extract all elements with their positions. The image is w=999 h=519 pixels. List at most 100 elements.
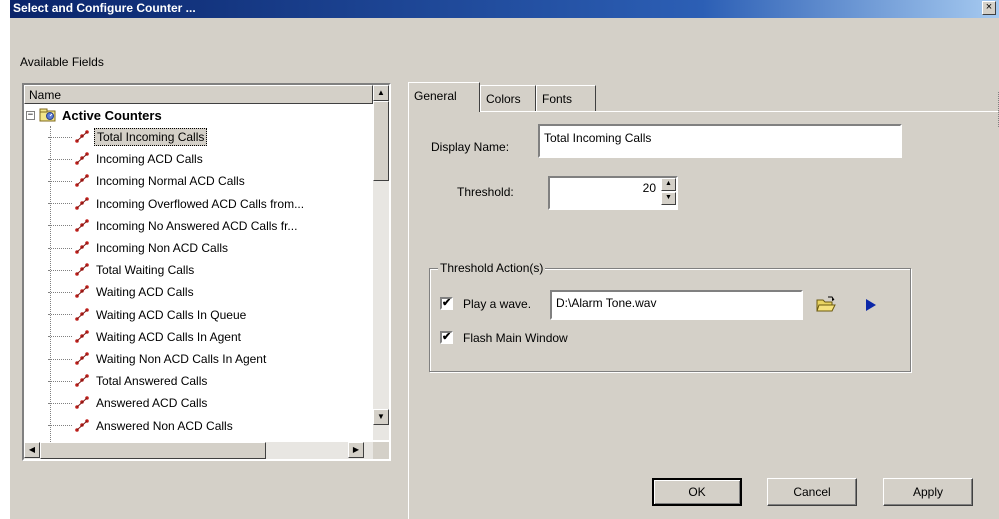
tree-connector (48, 314, 72, 316)
tree-item[interactable]: Incoming ACD Calls (48, 148, 205, 170)
counter-icon (75, 196, 89, 210)
wave-path-input[interactable]: D:\Alarm Tone.wav (550, 290, 803, 320)
tree-item-label: Waiting ACD Calls In Queue (96, 307, 247, 322)
check-mark-icon: ✔ (442, 297, 452, 309)
flash-main-window-checkbox[interactable]: ✔ (440, 331, 453, 344)
tree-item[interactable]: Total Waiting Calls (48, 259, 196, 281)
tree-item[interactable]: Waiting Non ACD Calls In Agent (48, 348, 268, 370)
play-wave-icon[interactable] (864, 298, 878, 312)
tree-item-label: Total Waiting Calls (96, 263, 195, 278)
counter-icon (75, 130, 89, 143)
tree-connector (48, 336, 72, 338)
tree-item-label: Waiting ACD Calls In Agent (96, 329, 241, 344)
scroll-down-arrow-icon[interactable]: ▼ (373, 409, 389, 425)
tree-root-active-counters[interactable]: − Active Counters (26, 106, 162, 124)
scroll-up-arrow-icon[interactable]: ▲ (373, 85, 389, 101)
tree-connector (48, 269, 72, 271)
check-mark-icon: ✔ (442, 331, 452, 343)
tree-item[interactable]: Incoming Normal ACD Calls (48, 170, 247, 192)
counter-icon (75, 241, 89, 254)
tree-item-label: Incoming No Answered ACD Calls fr... (96, 218, 298, 233)
tree-item-label: Total Incoming Calls (94, 128, 208, 146)
window-title: Select and Configure Counter ... (13, 1, 196, 15)
counter-folder-icon (39, 108, 56, 122)
counter-icon (75, 263, 89, 276)
tree-item[interactable]: Incoming No Answered ACD Calls fr... (48, 215, 299, 237)
display-name-input[interactable]: Total Incoming Calls (538, 124, 902, 158)
counter-tree[interactable]: Name − Active Counters Total Incoming Ca… (22, 83, 391, 461)
counter-icon (75, 418, 89, 432)
available-fields-label: Available Fields (20, 55, 104, 69)
tree-items: − Active Counters Total Incoming Calls In… (24, 104, 373, 442)
counter-icon (75, 307, 89, 321)
close-icon[interactable]: × (982, 1, 996, 15)
tree-item-label: Incoming Normal ACD Calls (96, 174, 245, 189)
tree-item[interactable]: Waiting ACD Calls In Queue (48, 304, 248, 326)
cancel-button[interactable]: Cancel (767, 478, 857, 506)
collapse-icon[interactable]: − (26, 110, 35, 120)
counter-icon (75, 218, 89, 232)
flash-main-window-label[interactable]: Flash Main Window (463, 331, 568, 345)
tab-fonts[interactable]: Fonts (536, 85, 596, 111)
tree-item-label: Total Answered Calls (96, 374, 208, 389)
display-name-label: Display Name: (431, 140, 510, 154)
tree-connector (48, 247, 72, 249)
tree-item[interactable]: Waiting ACD Calls In Agent (48, 326, 243, 348)
scroll-right-arrow-icon[interactable]: ▶ (348, 442, 364, 458)
open-folder-icon[interactable] (816, 296, 836, 314)
counter-icon (75, 374, 89, 387)
name-column-header[interactable]: Name (24, 85, 373, 104)
threshold-action-group: Threshold Action(s) (429, 261, 911, 372)
tree-item-label: Answered ACD Calls (96, 396, 208, 411)
tree-connector (48, 358, 72, 360)
title-bar[interactable]: Select and Configure Counter ... × (10, 0, 999, 18)
tab-colors[interactable]: Colors (480, 85, 536, 111)
tree-item[interactable]: Answered Non ACD Calls (48, 415, 235, 437)
dialog-window: Select and Configure Counter ... × Avail… (10, 0, 999, 519)
threshold-label: Threshold: (457, 185, 514, 199)
apply-button[interactable]: Apply (883, 478, 973, 506)
spin-up-arrow-icon[interactable]: ▲ (661, 178, 676, 191)
counter-icon (75, 152, 89, 165)
counter-icon (75, 285, 89, 299)
tree-connector (48, 291, 72, 293)
counter-icon (75, 352, 89, 365)
counter-icon (75, 396, 89, 410)
tree-item[interactable]: Incoming Overflowed ACD Calls from... (48, 193, 306, 215)
threshold-spinner[interactable]: 20 ▲ ▼ (548, 176, 678, 210)
tree-item-label: Answered Non ACD Calls (96, 418, 233, 433)
tree-item[interactable]: Total Incoming Calls (48, 126, 208, 148)
vertical-scroll-thumb[interactable] (373, 101, 389, 181)
tree-item[interactable]: Waiting ACD Calls (48, 281, 196, 303)
scrollbar-corner (373, 442, 389, 459)
tree-root-label: Active Counters (62, 107, 162, 123)
horizontal-scroll-thumb[interactable] (40, 442, 266, 459)
play-wave-checkbox[interactable]: ✔ (440, 297, 453, 310)
horizontal-scrollbar[interactable]: ◀ ▶ (24, 442, 373, 459)
tree-connector (48, 136, 72, 138)
tree-item-label: Waiting ACD Calls (96, 285, 194, 300)
tree-connector (48, 402, 72, 404)
threshold-action-title: Threshold Action(s) (438, 261, 546, 275)
spin-down-arrow-icon[interactable]: ▼ (661, 192, 676, 205)
tree-item-label: Waiting Non ACD Calls In Agent (96, 352, 267, 366)
tree-item-label: Incoming ACD Calls (96, 152, 203, 167)
tab-general[interactable]: General (408, 82, 480, 112)
tree-item-label: Incoming Overflowed ACD Calls from... (96, 196, 305, 211)
tree-connector (48, 158, 72, 160)
tree-item[interactable]: Answered ACD Calls (48, 392, 209, 414)
scroll-left-arrow-icon[interactable]: ◀ (24, 442, 40, 458)
tree-item[interactable]: Total Answered Calls (48, 370, 209, 392)
tree-connector (48, 225, 72, 227)
vertical-scrollbar[interactable]: ▲ ▼ (373, 85, 389, 440)
tree-connector (48, 203, 72, 205)
tree-item-label: Incoming Non ACD Calls (96, 241, 229, 255)
tree-connector (48, 180, 72, 182)
counter-icon (75, 174, 89, 188)
play-wave-label[interactable]: Play a wave. (463, 297, 531, 311)
tree-item[interactable]: Incoming Non ACD Calls (48, 237, 230, 259)
tree-connector (48, 380, 72, 382)
threshold-value: 20 (642, 181, 656, 195)
counter-icon (75, 329, 89, 343)
ok-button[interactable]: OK (652, 478, 742, 506)
